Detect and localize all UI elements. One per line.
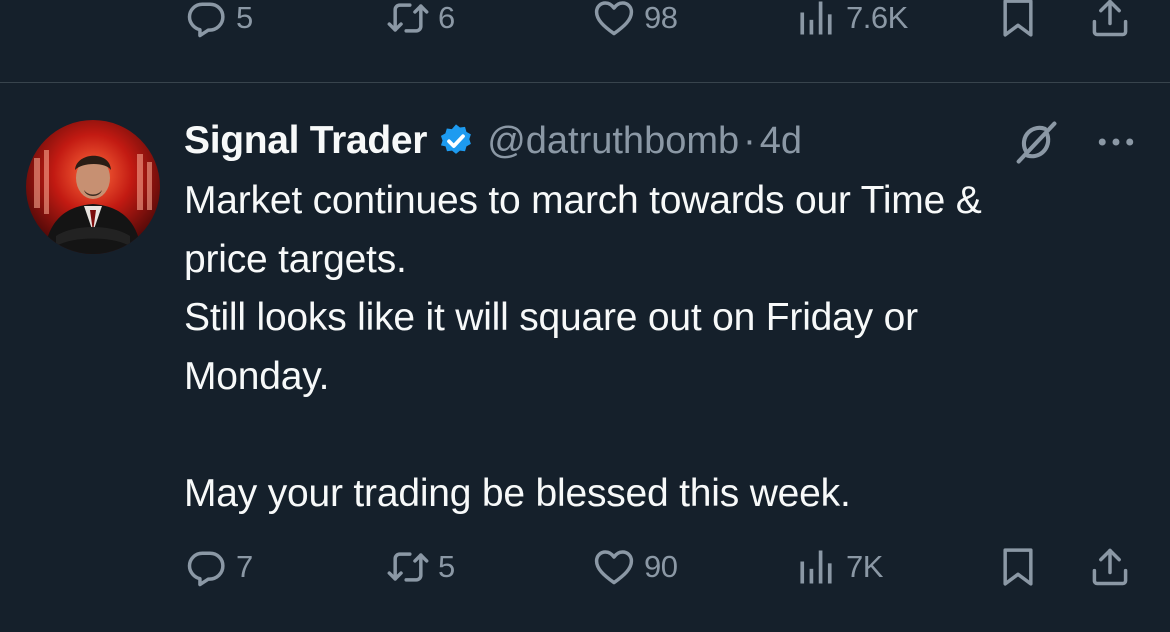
previous-tweet-action-bar: 5 6 98 7.6K bbox=[0, 0, 1170, 43]
retweet-button[interactable]: 6 bbox=[386, 0, 455, 43]
reply-button[interactable]: 7 bbox=[184, 542, 253, 592]
timeline: 5 6 98 7.6K Signal Trader @datruthbomb ·… bbox=[0, 0, 1170, 632]
tweet-text-line: Still looks like it will square out on F… bbox=[184, 296, 918, 339]
speech-bubble-icon bbox=[187, 2, 225, 38]
reply-count: 5 bbox=[236, 0, 253, 35]
retweet-arrows-icon bbox=[387, 3, 429, 33]
like-count: 98 bbox=[644, 0, 678, 35]
bookmark-icon bbox=[1003, 548, 1033, 586]
reply-count: 7 bbox=[236, 549, 253, 584]
tweet-divider bbox=[0, 82, 1170, 83]
retweet-count: 5 bbox=[438, 549, 455, 584]
view-count: 7.6K bbox=[846, 0, 908, 35]
like-button[interactable]: 90 bbox=[592, 542, 678, 592]
tweet-timestamp[interactable]: 4d bbox=[760, 120, 802, 163]
share-upload-icon bbox=[1092, 0, 1128, 37]
grok-slash-icon[interactable] bbox=[1010, 116, 1062, 168]
verified-badge-icon[interactable] bbox=[437, 122, 475, 160]
heart-icon bbox=[594, 1, 634, 36]
bar-chart-icon bbox=[800, 1, 832, 35]
tweet-action-bar: 7 5 90 7K bbox=[0, 542, 1170, 592]
views-button[interactable]: 7.6K bbox=[794, 0, 908, 43]
user-handle[interactable]: @datruthbomb bbox=[487, 120, 739, 163]
retweet-button[interactable]: 5 bbox=[386, 542, 455, 592]
retweet-count: 6 bbox=[438, 0, 455, 35]
reply-button[interactable]: 5 bbox=[184, 0, 253, 43]
tweet-blank-line bbox=[184, 406, 1144, 465]
tweet-text-line: Market continues to march towards our Ti… bbox=[184, 179, 982, 222]
display-name[interactable]: Signal Trader bbox=[184, 119, 427, 163]
header-separator: · bbox=[743, 119, 756, 162]
bookmark-icon bbox=[1003, 0, 1033, 37]
share-button[interactable] bbox=[1088, 0, 1132, 43]
bar-chart-icon bbox=[800, 550, 832, 584]
avatar[interactable] bbox=[26, 120, 160, 254]
view-count: 7K bbox=[846, 549, 883, 584]
views-button[interactable]: 7K bbox=[794, 542, 883, 592]
like-button[interactable]: 98 bbox=[592, 0, 678, 43]
tweet-header: Signal Trader @datruthbomb · 4d bbox=[184, 114, 802, 168]
retweet-arrows-icon bbox=[387, 552, 429, 582]
tweet-text: Market continues to march towards our Ti… bbox=[184, 172, 1144, 523]
ellipsis-icon[interactable] bbox=[1092, 120, 1140, 164]
tweet-text-line: May your trading be blessed this week. bbox=[184, 471, 851, 515]
like-count: 90 bbox=[644, 549, 678, 584]
share-button[interactable] bbox=[1088, 542, 1132, 592]
share-upload-icon bbox=[1092, 548, 1128, 586]
speech-bubble-icon bbox=[187, 551, 225, 587]
profile-picture bbox=[26, 120, 160, 254]
tweet-text-line: Monday. bbox=[184, 354, 330, 398]
heart-icon bbox=[594, 550, 634, 585]
bookmark-button[interactable] bbox=[996, 0, 1040, 43]
bookmark-button[interactable] bbox=[996, 542, 1040, 592]
tweet-text-line: price targets. bbox=[184, 237, 407, 281]
